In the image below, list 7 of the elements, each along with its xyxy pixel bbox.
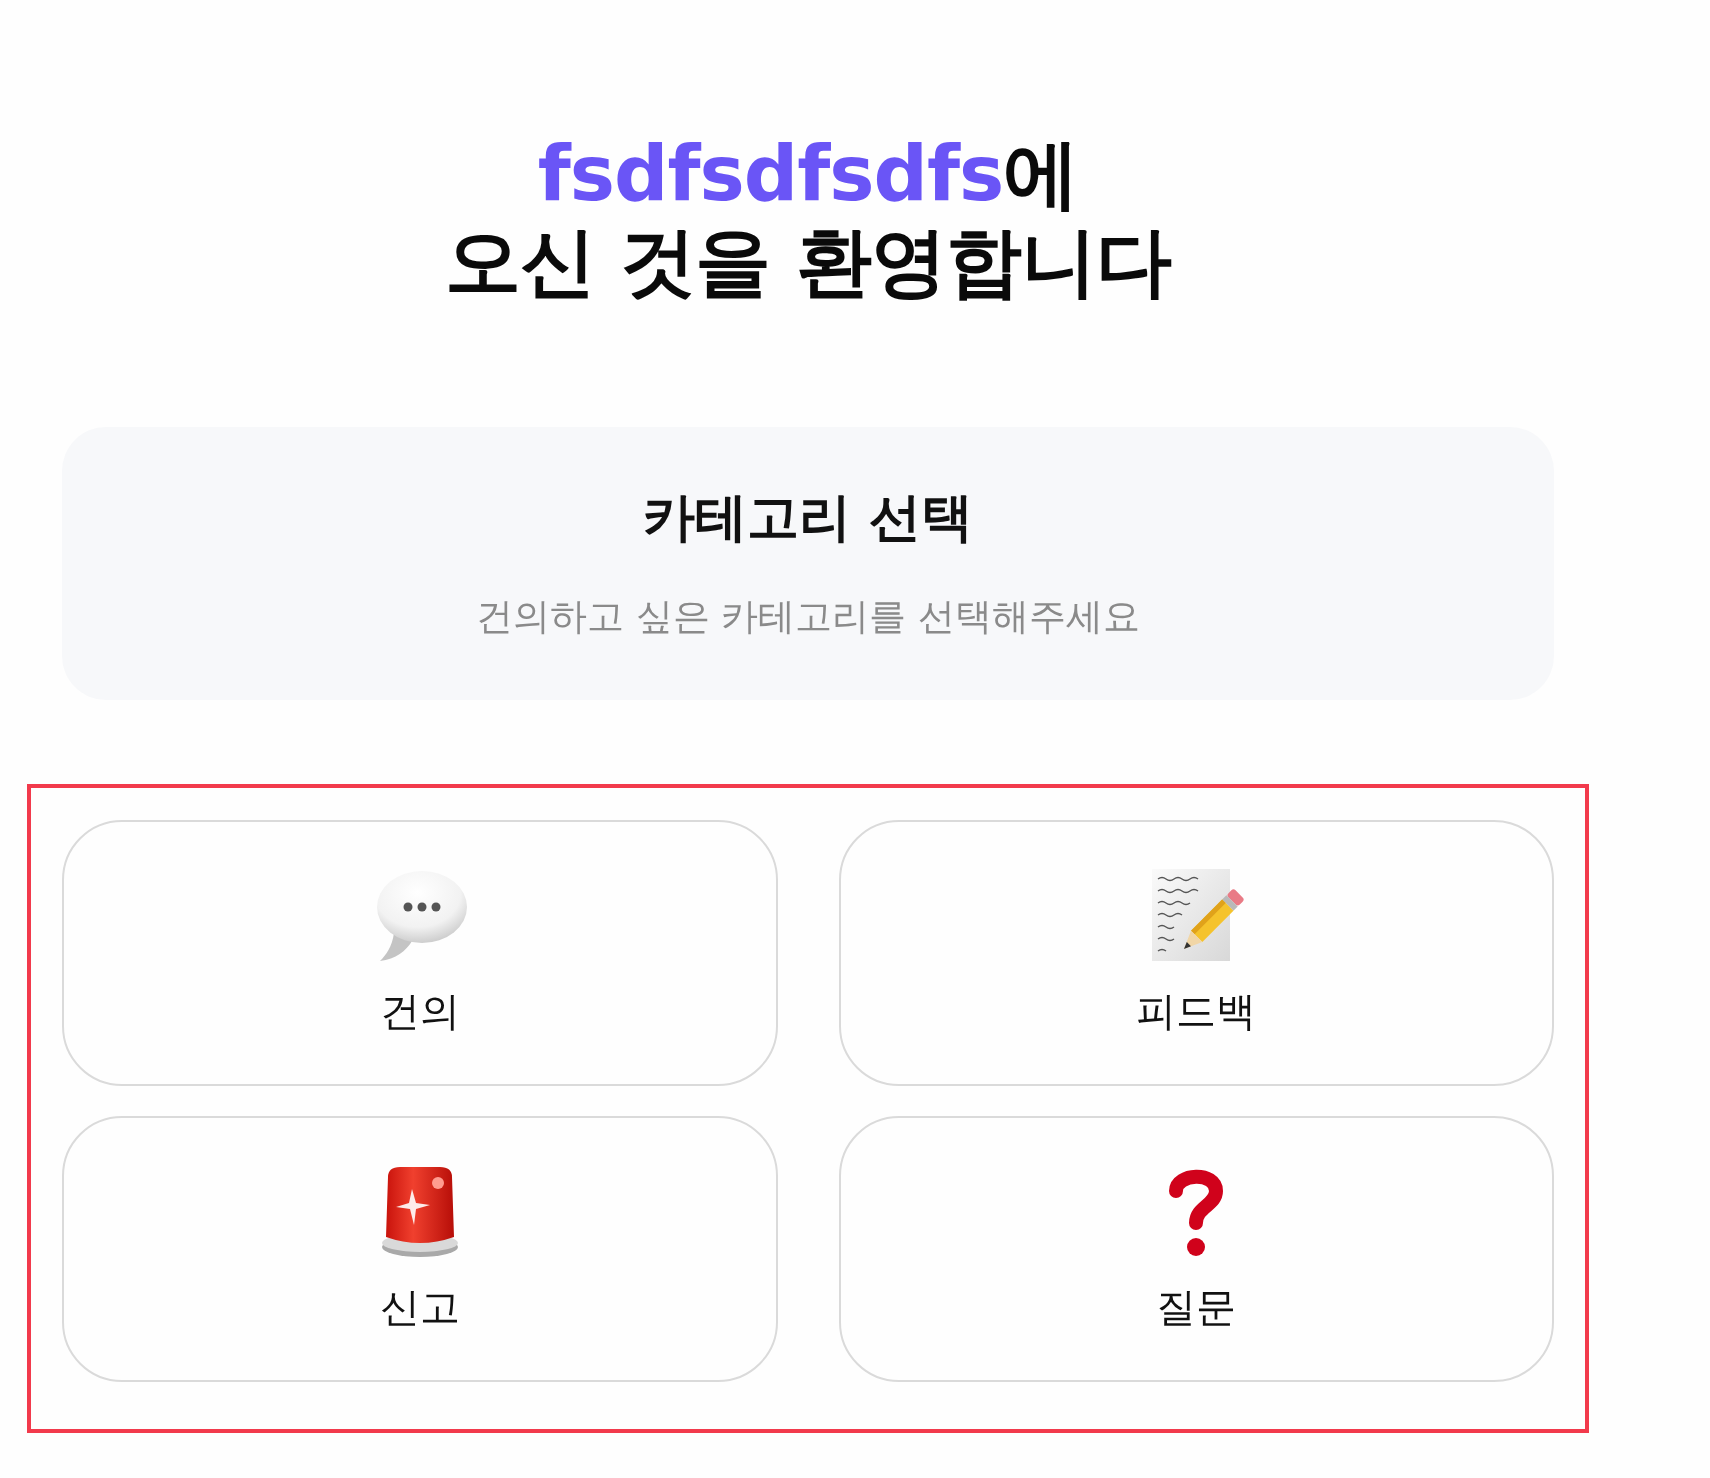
welcome-title: fsdfsdfsdfs에 오신 것을 환영합니다 xyxy=(444,130,1173,306)
category-button[interactable]: 질문 xyxy=(838,1116,1554,1382)
category-header-subtitle: 건의하고 싶은 카테고리를 선택해주세요 xyxy=(474,594,1142,640)
category-button[interactable]: 신고 xyxy=(62,1116,778,1382)
category-header-title: 카테고리 선택 xyxy=(641,486,975,549)
category-button[interactable]: 피드백 xyxy=(838,820,1554,1086)
category-button[interactable]: 건의 xyxy=(62,820,778,1086)
